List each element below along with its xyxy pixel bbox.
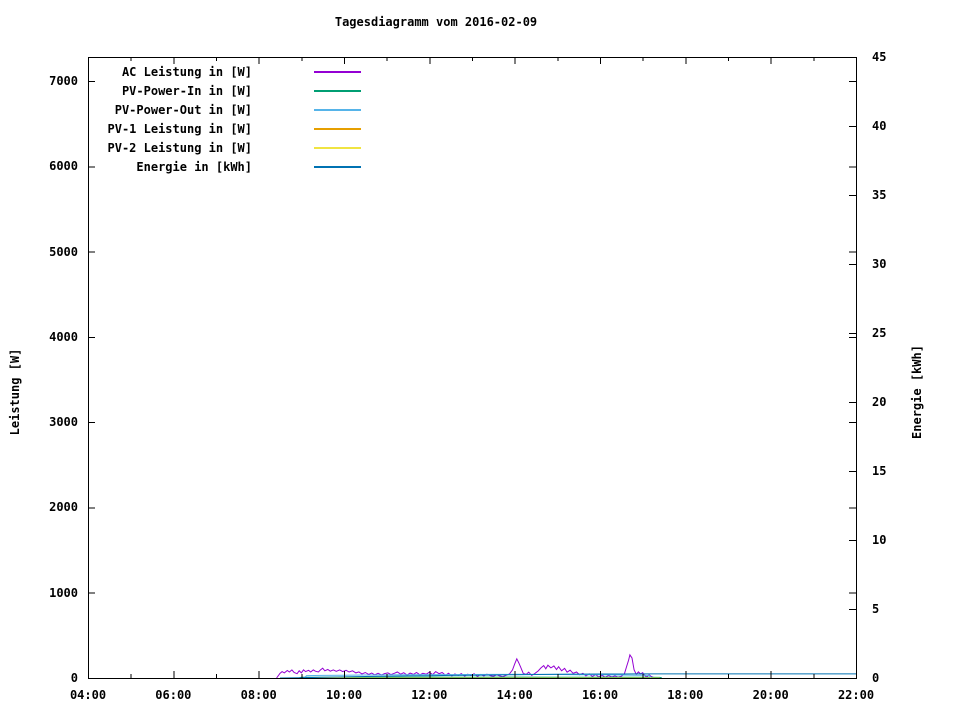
legend-label-pv-2-leistung-in-w: PV-2 Leistung in [W]	[107, 141, 253, 155]
x-axis-tick-label: 22:00	[837, 688, 875, 702]
legend-label-ac-leistung-in-w: AC Leistung in [W]	[121, 65, 252, 79]
y2-axis-tick-label: 20	[872, 395, 887, 409]
legend-line-pv-power-in-in-w	[314, 90, 361, 92]
y-axis-tick-label: 0	[70, 671, 78, 685]
legend-label-pv-power-in-in-w: PV-Power-In in [W]	[121, 84, 252, 98]
legend-line-pv-1-leistung-in-w	[314, 128, 361, 130]
y2-axis-tick-label: 35	[872, 188, 887, 202]
x-axis-tick-label: 06:00	[155, 688, 192, 702]
y-axis-tick-label: 1000	[49, 585, 78, 600]
x-axis-tick-label: 12:00	[411, 688, 448, 702]
y-axis-tick-label: 6000	[49, 159, 78, 174]
legend-label-energie-in-kwh: Energie in [kWh]	[136, 160, 252, 174]
x-axis-tick-label: 20:00	[752, 688, 789, 702]
y2-axis-tick-label: 5	[872, 602, 880, 616]
chart-canvas: Tagesdiagramm vom 2016-02-09 Leistung [W…	[0, 0, 960, 720]
legend-line-ac-leistung-in-w	[314, 71, 361, 73]
y-axis-tick-label: 5000	[49, 244, 78, 259]
y-axis-tick-label: 4000	[49, 329, 78, 344]
x-axis-tick-label: 10:00	[325, 688, 363, 702]
legend-label-pv-power-out-in-w: PV-Power-Out in [W]	[114, 103, 252, 117]
legend-label-pv-1-leistung-in-w: PV-1 Leistung in [W]	[107, 122, 253, 136]
y-axis-tick-label: 7000	[49, 73, 78, 88]
y-axis-tick-label: 2000	[49, 500, 78, 515]
x-axis-tick-label: 14:00	[496, 688, 533, 702]
y2-axis-tick-label: 15	[872, 464, 887, 478]
y2-axis-tick-label: 40	[872, 119, 887, 133]
y2-axis-tick-label: 45	[872, 50, 887, 64]
y2-axis-tick-label: 0	[872, 671, 880, 685]
y-axis-tick-label: 3000	[49, 415, 78, 430]
x-axis-tick-label: 04:00	[69, 688, 107, 702]
legend-line-pv-power-out-in-w	[314, 109, 361, 111]
legend-line-energie-in-kwh	[314, 166, 361, 168]
x-axis-tick-label: 16:00	[581, 688, 619, 702]
y2-axis-tick-label: 25	[872, 326, 887, 340]
y2-axis-tick-label: 30	[872, 257, 887, 271]
x-axis-tick-label: 08:00	[240, 688, 277, 702]
legend-line-pv-2-leistung-in-w	[314, 147, 361, 149]
y2-axis-tick-label: 10	[872, 533, 887, 547]
x-axis-tick-label: 18:00	[667, 688, 704, 702]
